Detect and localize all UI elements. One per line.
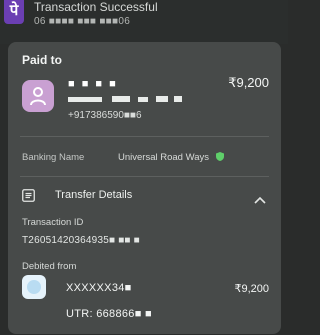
redaction-bar <box>112 96 130 102</box>
debited-account: XXXXXX34■ <box>66 282 132 294</box>
notification-bar: पे Transaction Successful 06 ■■■■ ■■■ ■■… <box>0 0 288 44</box>
banking-name-text: Universal Road Ways <box>118 152 209 163</box>
divider <box>20 176 269 177</box>
payee-phone: +917386590■■6 <box>68 110 142 121</box>
debited-from-label: Debited from <box>22 261 77 272</box>
divider <box>20 136 269 137</box>
transaction-id-label: Transaction ID <box>22 217 84 228</box>
utr-number: UTR: 668866■ ■ <box>66 308 152 320</box>
banking-name-label: Banking Name <box>22 152 85 163</box>
document-icon <box>22 189 35 207</box>
notification-subtitle: 06 ■■■■ ■■■ ■■■06 <box>34 16 131 27</box>
redaction-bar <box>156 96 168 102</box>
notification-title: Transaction Successful <box>34 0 158 14</box>
transfer-details-toggle[interactable]: Transfer Details <box>55 189 132 201</box>
redaction-bar <box>174 96 182 102</box>
debited-amount: ₹9,200 <box>234 283 269 295</box>
paid-amount: ₹9,200 <box>228 75 269 90</box>
chevron-up-icon[interactable] <box>254 191 266 209</box>
phonepe-logo: पे <box>4 0 24 24</box>
paid-to-heading: Paid to <box>22 53 63 67</box>
redaction-bar <box>68 97 102 102</box>
verified-shield-icon <box>215 152 224 164</box>
banking-name-value: Universal Road Ways <box>118 152 224 164</box>
payment-details-card: Paid to ■ ■ ■ ■ +917386590■■6 ₹9,200 Ban… <box>8 42 281 334</box>
bank-icon <box>22 275 46 299</box>
person-avatar-icon <box>22 80 54 112</box>
payee-name: ■ ■ ■ ■ <box>68 78 118 90</box>
redaction-bar <box>138 97 148 102</box>
transaction-id-value: T26051420364935■ ■■ ■ <box>22 235 140 246</box>
